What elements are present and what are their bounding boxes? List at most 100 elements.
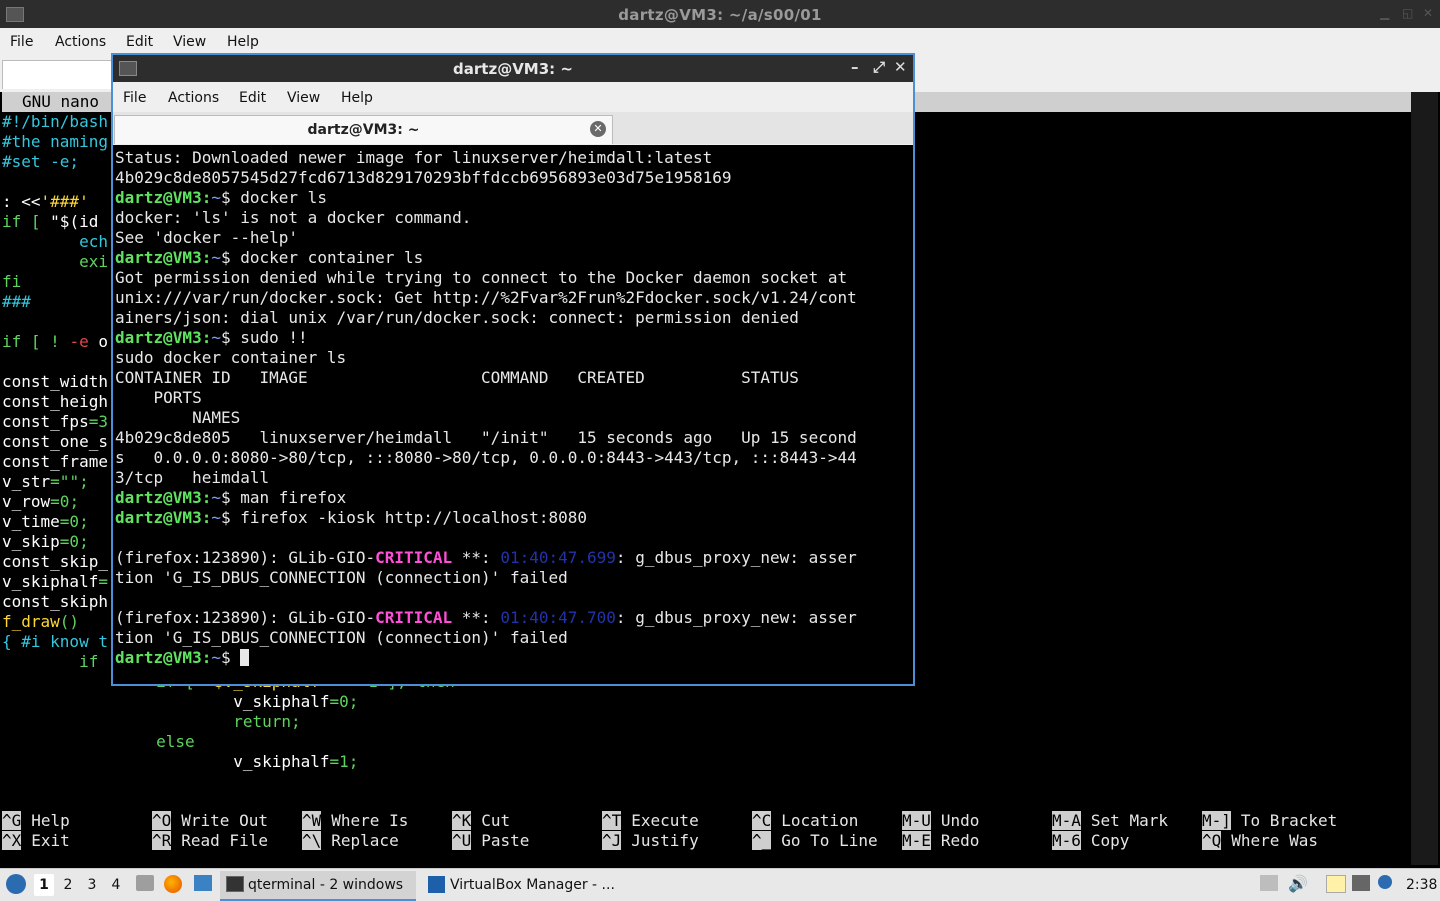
log-mid: **:	[452, 608, 501, 627]
terminal-line: dartz@VM3:~$	[115, 648, 250, 668]
code-line: const_width	[2, 372, 108, 392]
close-icon[interactable]: ✕	[894, 58, 907, 76]
volume-icon[interactable]: 🔊	[1288, 874, 1308, 893]
code-line: { #i know t	[2, 632, 108, 652]
code-token: const_one_s	[2, 432, 108, 451]
code-token: #set -e;	[2, 152, 80, 171]
menu-actions[interactable]: Actions	[168, 90, 219, 106]
code-token: if [	[2, 212, 51, 231]
maximize-icon[interactable]: ⤢	[873, 58, 885, 76]
tray-app-icon[interactable]	[1260, 875, 1278, 891]
menu-view[interactable]: View	[287, 90, 320, 106]
command-text: firefox -kiosk http://localhost:8080	[240, 508, 588, 527]
shortcut-label: Copy	[1090, 831, 1130, 850]
menu-file[interactable]: File	[123, 90, 146, 106]
code-line: if	[2, 652, 98, 672]
code-token: ###	[2, 292, 31, 311]
shortcut-key: M-E	[902, 831, 931, 850]
critical-label: CRITICAL	[375, 608, 453, 627]
shortcut-label: Cut	[481, 811, 511, 830]
front-terminal-tab[interactable]: dartz@VM3: ~ ✕	[114, 115, 613, 144]
shortcut-item: M-] To Bracket	[1202, 811, 1337, 831]
front-terminal-output[interactable]: Status: Downloaded newer image for linux…	[113, 145, 913, 684]
terminal-line: dartz@VM3:~$ firefox -kiosk http://local…	[115, 508, 587, 528]
code-token: "$(id	[50, 212, 99, 231]
code-token: ()	[59, 612, 80, 631]
menu-edit[interactable]: Edit	[239, 90, 266, 106]
terminal-line: Got permission denied while trying to co…	[115, 268, 847, 288]
shortcut-label: Read File	[181, 831, 268, 850]
minimize-icon[interactable]: –	[851, 58, 859, 76]
network-icon[interactable]	[1352, 875, 1370, 891]
back-terminal-tab[interactable]	[2, 60, 112, 89]
output-text: Status: Downloaded newer image for linux…	[115, 148, 713, 167]
desktop-1[interactable]: 1	[34, 874, 54, 896]
menu-help[interactable]: Help	[341, 90, 373, 106]
code-token: v_str	[2, 472, 51, 491]
prompt-end: $	[220, 488, 241, 507]
code-line: v_skiphalf=1;	[2, 752, 358, 772]
desktop-4[interactable]: 4	[106, 874, 126, 896]
front-menubar: File Actions Edit View Help	[113, 82, 913, 112]
shortcut-item: ^C Location	[752, 811, 858, 831]
prompt-end: $	[220, 328, 241, 347]
code-token: v_skiphalf	[2, 572, 99, 591]
code-line: ###	[2, 292, 31, 312]
clipboard-icon[interactable]	[1326, 875, 1346, 893]
menu-actions[interactable]: Actions	[55, 34, 106, 50]
minimize-icon[interactable]: ▁	[1380, 6, 1389, 20]
menu-help[interactable]: Help	[227, 34, 259, 50]
notification-icon[interactable]	[1378, 875, 1392, 889]
prompt-user: dartz@VM3	[115, 508, 202, 527]
clock[interactable]: 2:38	[1406, 877, 1437, 893]
menu-view[interactable]: View	[173, 34, 206, 50]
code-token: { #i know t	[2, 632, 108, 651]
code-line: const_skiph	[2, 592, 108, 612]
back-menubar: File Actions Edit View Help	[0, 28, 1440, 56]
maximize-icon[interactable]: ◱	[1402, 6, 1413, 20]
front-window-titlebar[interactable]: dartz@VM3: ~ – ⤢ ✕	[113, 55, 913, 82]
back-window-title: dartz@VM3: ~/a/s00/01	[618, 6, 822, 24]
shortcut-key: ^Q	[1202, 831, 1222, 850]
start-menu-icon[interactable]	[6, 874, 26, 894]
shortcut-item: ^Q Where Was	[1202, 831, 1318, 851]
shortcut-label: Replace	[331, 831, 399, 850]
show-desktop-icon[interactable]	[194, 875, 212, 891]
output-text: 3/tcp heimdall	[115, 468, 270, 487]
output-text: ainers/json: dial unix /var/run/docker.s…	[115, 308, 799, 327]
menu-file[interactable]: File	[10, 34, 33, 50]
command-text: man firefox	[240, 488, 347, 507]
shortcut-label: Write Out	[181, 811, 268, 830]
terminal-icon	[226, 876, 244, 892]
code-token: #the naming	[2, 132, 108, 151]
shortcut-key: ^C	[752, 811, 772, 830]
output-text: docker: 'ls' is not a docker command.	[115, 208, 472, 227]
prompt-path: ~	[211, 328, 221, 347]
code-token: o	[88, 332, 108, 351]
desktop-2[interactable]: 2	[58, 874, 78, 896]
shortcut-item: ^J Justify	[602, 831, 699, 851]
tab-close-icon[interactable]: ✕	[590, 121, 606, 137]
task-qterminal[interactable]: qterminal - 2 windows	[220, 871, 416, 901]
shortcut-label: To Bracket	[1240, 811, 1338, 830]
prompt-sep: :	[201, 328, 212, 347]
prompt-end: $	[220, 648, 241, 667]
back-window-titlebar[interactable]: dartz@VM3: ~/a/s00/01 ▁ ◱ ✕	[0, 0, 1440, 28]
code-line: ech	[2, 232, 108, 252]
output-text: sudo docker container ls	[115, 348, 347, 367]
terminal-line: unix:///var/run/docker.sock: Get http://…	[115, 288, 857, 308]
task-virtualbox[interactable]: VirtualBox Manager - ...	[422, 871, 622, 899]
critical-label: CRITICAL	[375, 548, 453, 567]
code-line: v_skip=0;	[2, 532, 89, 552]
scrollbar[interactable]	[1411, 92, 1438, 865]
menu-edit[interactable]: Edit	[126, 34, 153, 50]
desktop-3[interactable]: 3	[82, 874, 102, 896]
code-line: const_one_s	[2, 432, 108, 452]
file-manager-icon[interactable]	[136, 875, 154, 891]
close-icon[interactable]: ✕	[1423, 6, 1433, 20]
shortcut-label: Exit	[31, 831, 70, 850]
firefox-icon[interactable]	[164, 875, 182, 893]
shortcut-item: M-A Set Mark	[1052, 811, 1168, 831]
code-line: #the naming	[2, 132, 108, 152]
shortcut-label: Where Was	[1231, 831, 1318, 850]
